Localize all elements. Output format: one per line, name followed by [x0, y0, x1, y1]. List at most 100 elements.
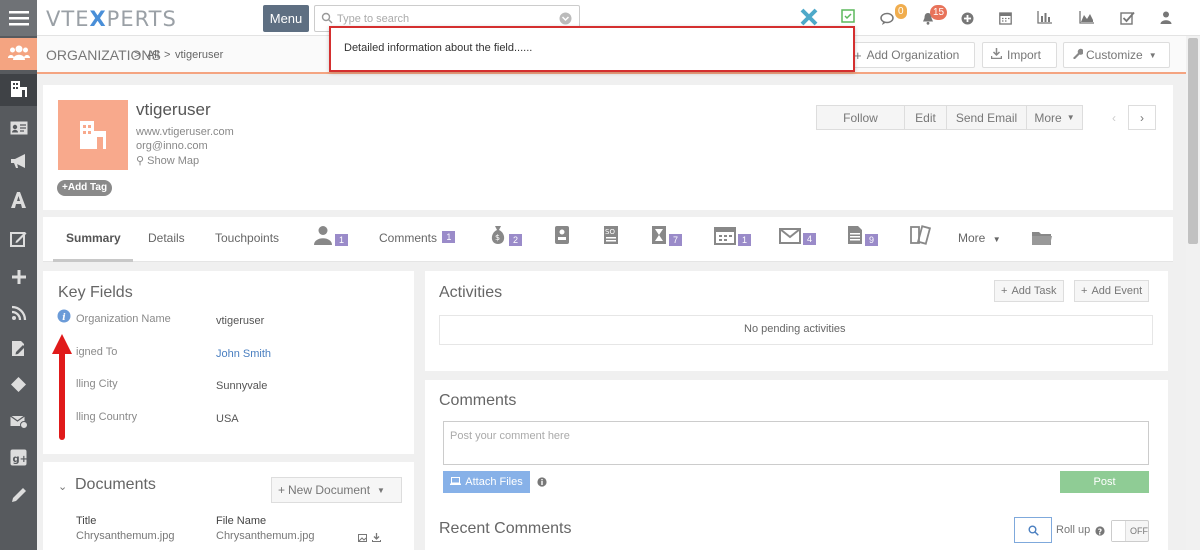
tab-tickets[interactable]: 7	[651, 225, 683, 248]
calendar-icon[interactable]	[999, 11, 1012, 31]
tab-deals[interactable]: $2	[489, 225, 523, 248]
module-title[interactable]: ORGANIZATIONS	[46, 47, 161, 63]
tab-more[interactable]: More ▼	[958, 231, 1001, 245]
collapse-chevron-icon[interactable]: ⌄	[58, 480, 67, 493]
sidebar-item-feed[interactable]	[0, 298, 37, 330]
caret-down-icon: ▼	[1066, 113, 1075, 122]
users-icon	[7, 45, 30, 64]
sidebar-item-contacts-card[interactable]	[0, 113, 37, 145]
document-edit-icon	[11, 340, 26, 360]
add-organization-button[interactable]: + Add Organization	[845, 42, 975, 68]
money-bag-icon: $	[491, 226, 505, 244]
letter-a-icon	[10, 191, 27, 212]
tab-contact-card[interactable]	[554, 225, 570, 248]
sidebar-item-campaigns[interactable]	[0, 146, 37, 178]
wrench-icon	[1072, 48, 1084, 62]
sidebar-item-add[interactable]	[0, 262, 37, 294]
send-email-button[interactable]: Send Email	[947, 106, 1027, 129]
caret-down-icon: ▼	[992, 235, 1001, 244]
breadcrumb-all[interactable]: All	[147, 49, 159, 61]
search-comments-button[interactable]	[1014, 517, 1052, 543]
field-value: Sunnyvale	[216, 380, 268, 392]
record-website[interactable]: www.vtigeruser.com	[136, 126, 234, 138]
sales-order-icon: SO	[604, 226, 618, 244]
caret-down-icon: ▼	[377, 485, 385, 495]
new-document-button[interactable]: + New Document ▼	[271, 477, 402, 503]
breadcrumb-record: vtigeruser	[175, 49, 224, 61]
next-record-button[interactable]: ›	[1128, 105, 1156, 130]
calendar-icon	[714, 227, 736, 245]
previous-record-button[interactable]: ‹	[1100, 105, 1128, 130]
sidebar-item-assets[interactable]	[0, 185, 37, 217]
assigned-user-link[interactable]: John Smith	[216, 348, 271, 360]
post-comment-button[interactable]: Post	[1060, 471, 1149, 493]
sidebar-item-edit[interactable]	[0, 224, 37, 256]
folder-icon[interactable]	[1031, 229, 1053, 249]
roll-up-label: Roll up	[1056, 524, 1091, 536]
tab-touchpoints[interactable]: Touchpoints	[215, 231, 279, 245]
menu-button[interactable]: Menu	[263, 5, 309, 32]
plus-circle-icon[interactable]	[961, 12, 974, 32]
sidebar-item-contacts[interactable]	[0, 38, 37, 70]
attach-files-button[interactable]: Attach Files	[443, 471, 530, 493]
sidebar-item-organizations[interactable]	[0, 74, 37, 106]
bar-chart-icon[interactable]	[1037, 11, 1052, 31]
area-chart-icon[interactable]	[1079, 11, 1094, 31]
documents-col-filename: File Name	[216, 515, 267, 527]
brand-logo[interactable]: VTEXPERTS	[46, 7, 177, 31]
tab-emails[interactable]: 4	[779, 225, 817, 247]
download-icon[interactable]	[372, 531, 381, 545]
sidebar-item-pencil[interactable]	[0, 481, 37, 513]
user-icon[interactable]	[1160, 11, 1172, 31]
caret-down-icon: ▼	[1148, 50, 1157, 60]
comment-textarea[interactable]: Post your comment here	[443, 421, 1149, 465]
more-actions-button[interactable]: More ▼	[1027, 106, 1082, 129]
tab-summary[interactable]: Summary	[66, 231, 121, 245]
add-event-button[interactable]: + Add Event	[1074, 280, 1150, 302]
tooltip-text: Detailed information about the field....…	[344, 42, 533, 54]
hamburger-menu-icon[interactable]	[0, 0, 37, 36]
tab-comments[interactable]: Comments 1	[379, 231, 456, 245]
follow-button[interactable]: Follow	[817, 106, 905, 129]
svg-text:SO: SO	[605, 228, 615, 236]
tab-quotes[interactable]	[909, 225, 932, 248]
checkbox-icon[interactable]	[1120, 11, 1135, 31]
search-placeholder: Type to search	[337, 13, 410, 25]
chat-icon[interactable]	[880, 12, 895, 32]
show-map-link[interactable]: ⚲ Show Map	[136, 154, 199, 167]
calendar-check-icon[interactable]	[841, 8, 855, 28]
tab-sales-orders[interactable]: SO	[603, 225, 619, 248]
roll-up-toggle[interactable]: OFF	[1111, 520, 1149, 542]
field-label: lling Country	[76, 411, 138, 423]
svg-text:$: $	[495, 233, 500, 242]
info-icon[interactable]: i	[57, 309, 71, 326]
add-tag-button[interactable]: +Add Tag	[57, 180, 113, 196]
svg-text:?: ?	[1098, 527, 1102, 536]
page-scrollbar[interactable]	[1186, 36, 1200, 550]
sidebar-item-email[interactable]	[0, 407, 37, 439]
tab-contacts[interactable]: 1	[313, 225, 349, 248]
vtexperts-x-icon[interactable]	[800, 8, 818, 28]
scrollbar-thumb[interactable]	[1188, 38, 1198, 244]
tab-documents[interactable]: 9	[847, 225, 879, 248]
question-icon[interactable]: ?	[1095, 525, 1105, 539]
sidebar-item-diamond[interactable]	[0, 370, 37, 402]
sidebar-item-documents[interactable]	[0, 334, 37, 366]
info-icon[interactable]	[537, 476, 547, 490]
tab-events[interactable]: 1	[714, 225, 752, 248]
edit-button[interactable]: Edit	[905, 106, 947, 129]
document-title[interactable]: Chrysanthemum.jpg	[76, 530, 174, 542]
google-plus-icon: g+	[10, 449, 28, 469]
customize-button[interactable]: Customize ▼	[1063, 42, 1170, 68]
download-icon	[990, 48, 1003, 62]
left-sidebar: g+	[0, 36, 37, 550]
image-icon[interactable]	[358, 531, 367, 545]
import-button[interactable]: Import	[982, 42, 1057, 68]
sidebar-item-google[interactable]: g+	[0, 443, 37, 475]
record-email[interactable]: org@inno.com	[136, 140, 208, 152]
add-task-button[interactable]: + Add Task	[994, 280, 1064, 302]
activities-title: Activities	[439, 284, 503, 301]
activities-empty-text: No pending activities	[744, 323, 846, 335]
tab-details[interactable]: Details	[148, 231, 185, 245]
building-icon	[80, 121, 106, 149]
